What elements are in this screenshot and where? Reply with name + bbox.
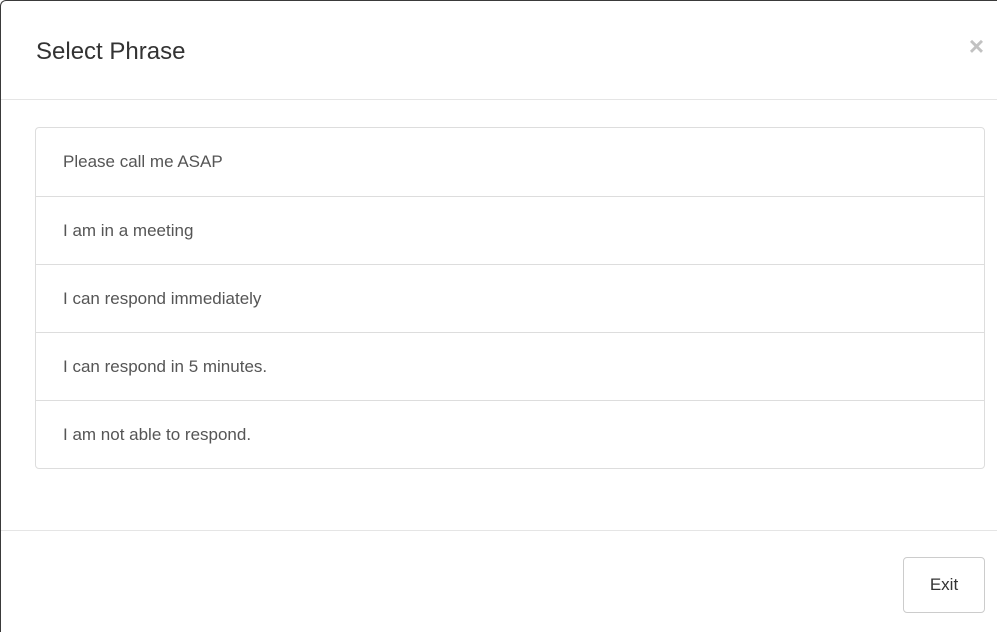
dialog-header: Select Phrase × [1,1,997,100]
dialog-body: Please call me ASAP I am in a meeting I … [1,100,997,531]
close-icon[interactable]: × [969,31,984,61]
dialog-footer: Exit [1,531,997,633]
phrase-list: Please call me ASAP I am in a meeting I … [35,127,985,469]
phrase-item-respond-in-5-minutes[interactable]: I can respond in 5 minutes. [36,332,984,400]
phrase-item-call-me-asap[interactable]: Please call me ASAP [36,128,984,196]
select-phrase-dialog: Select Phrase × Please call me ASAP I am… [0,0,997,632]
dialog-title: Select Phrase [36,38,186,65]
phrase-item-respond-immediately[interactable]: I can respond immediately [36,264,984,332]
phrase-item-in-a-meeting[interactable]: I am in a meeting [36,196,984,264]
phrase-item-not-able-to-respond[interactable]: I am not able to respond. [36,400,984,468]
exit-button[interactable]: Exit [903,557,985,613]
